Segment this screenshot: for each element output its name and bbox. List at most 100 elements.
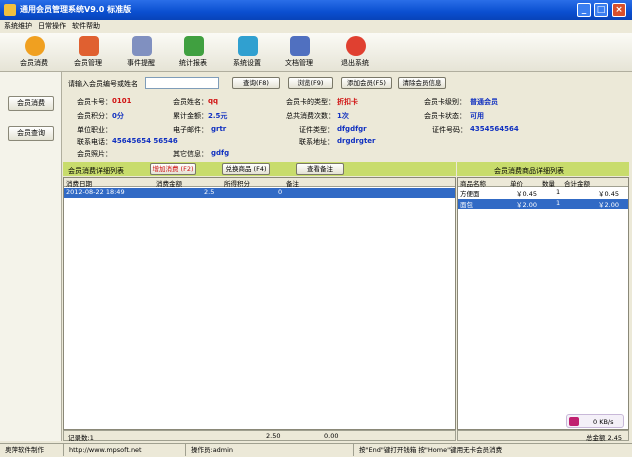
col-price[interactable]: 单价 bbox=[510, 178, 523, 188]
goods-sum: ￥2.00 bbox=[598, 201, 619, 209]
record-count: 记录数:1 bbox=[68, 434, 94, 442]
status-value: 可用 bbox=[470, 112, 484, 120]
cert-type-label: 证件类型： bbox=[299, 126, 334, 134]
status-operator: 操作员:admin bbox=[188, 444, 354, 456]
tb-member-button[interactable]: 会员管理 bbox=[61, 35, 115, 70]
status-maker: 奥萍软件制作 bbox=[2, 444, 64, 456]
row-date: 2012-08-22 18:49 bbox=[66, 188, 125, 196]
consume-footer: 记录数:1 2.50 0.00 bbox=[63, 430, 456, 442]
sidebar-query-button[interactable]: 会员查询 bbox=[8, 126, 54, 141]
member-id-label: 会员卡号： bbox=[77, 98, 112, 106]
footer-points: 0.00 bbox=[324, 432, 339, 440]
chart-arrow-icon bbox=[184, 36, 204, 56]
goods-qty: 1 bbox=[556, 188, 561, 196]
times-label: 总共消费次数： bbox=[286, 112, 335, 120]
goods-price: ￥2.00 bbox=[516, 201, 537, 209]
users-icon bbox=[79, 36, 99, 56]
address-label: 联系地址： bbox=[299, 138, 334, 146]
goods-name: 方便面 bbox=[460, 190, 480, 198]
goods-table-header: 商品名称 单价 数量 合计金额 bbox=[458, 178, 628, 188]
exit-icon bbox=[346, 36, 366, 56]
minimize-button[interactable]: _ bbox=[577, 3, 591, 17]
cert-no-value: 4354564564 bbox=[470, 125, 519, 133]
add-consume-button[interactable]: 增加消费 (F2) bbox=[150, 163, 196, 175]
goods-table: 商品名称 单价 数量 合计金额 方便面 ￥0.45 1 ￥0.45 面包 ￥2.… bbox=[457, 177, 629, 430]
exchange-button[interactable]: 兑换商品 (F4) bbox=[222, 163, 270, 175]
settings-icon bbox=[238, 36, 258, 56]
window-title: 通用会员管理系统V9.0 标准版 bbox=[20, 5, 132, 14]
points-value: 0分 bbox=[112, 112, 124, 120]
card-type-label: 会员卡的类型： bbox=[286, 98, 335, 106]
query-button[interactable]: 查询(F8) bbox=[232, 77, 280, 89]
email-label: 电子邮件： bbox=[173, 126, 208, 134]
tb-settings-button[interactable]: 系统设置 bbox=[220, 35, 274, 70]
total-label: 累计金额： bbox=[173, 112, 208, 120]
col-amount[interactable]: 消费金额 bbox=[156, 178, 182, 188]
clear-member-button[interactable]: 清除会员信息 bbox=[398, 77, 446, 89]
search-input[interactable] bbox=[145, 77, 219, 89]
consume-table: 消费日期 消费金额 所得积分 备注 2012-08-22 18:49 2.5 0 bbox=[63, 177, 456, 430]
menu-help[interactable]: 软件帮助 bbox=[72, 21, 100, 31]
total-value: 2.5元 bbox=[208, 112, 228, 120]
tb-consume-button[interactable]: 会员消费 bbox=[7, 35, 61, 70]
consume-list-title: 会员消费详细列表 bbox=[68, 167, 124, 175]
goods-total: 总金额 2.45 bbox=[586, 434, 623, 442]
status-url[interactable]: http://www.mpsoft.net bbox=[66, 444, 186, 456]
col-date[interactable]: 消费日期 bbox=[66, 178, 92, 188]
goods-sum: ￥0.45 bbox=[598, 190, 619, 198]
table-row[interactable]: 2012-08-22 18:49 2.5 0 bbox=[64, 188, 455, 198]
address-value: drgdrgter bbox=[337, 137, 376, 145]
member-id: 0101 bbox=[112, 97, 132, 105]
col-note[interactable]: 备注 bbox=[286, 178, 299, 188]
goods-qty: 1 bbox=[556, 199, 561, 207]
other-value: gdfg bbox=[211, 149, 230, 157]
card-level: 普通会员 bbox=[470, 98, 498, 106]
sidebar-consume-button[interactable]: 会员消费 bbox=[8, 96, 54, 111]
email-value: grtr bbox=[211, 125, 227, 133]
net-speed: 0 KB/s bbox=[593, 418, 614, 426]
goods-name: 面包 bbox=[460, 201, 473, 209]
status-hint: 按"End"键打开钱箱 按"Home"键用无卡会员消费 bbox=[359, 446, 503, 454]
search-label: 请输入会员编号或姓名 bbox=[68, 80, 138, 88]
fast-forward-icon bbox=[25, 36, 45, 56]
card-type: 折扣卡 bbox=[337, 98, 358, 106]
col-sum[interactable]: 合计金额 bbox=[564, 178, 590, 188]
goods-footer: 总金额 2.45 bbox=[457, 430, 629, 442]
net-speed-widget: 0 KB/s bbox=[566, 414, 624, 428]
table-row[interactable]: 方便面 ￥0.45 1 ￥0.45 bbox=[458, 188, 628, 198]
member-name: qq bbox=[208, 97, 219, 105]
menu-system[interactable]: 系统维护 bbox=[4, 21, 32, 31]
add-member-button[interactable]: 添加会员(F5) bbox=[341, 77, 392, 89]
col-goods-name[interactable]: 商品名称 bbox=[460, 178, 486, 188]
card-level-label: 会员卡级别： bbox=[424, 98, 466, 106]
tb-reminder-button[interactable]: 事件提醒 bbox=[114, 35, 168, 70]
speed-icon bbox=[569, 417, 579, 426]
status-label: 会员卡状态： bbox=[424, 112, 466, 120]
consume-table-header: 消费日期 消费金额 所得积分 备注 bbox=[64, 178, 455, 188]
notepad-icon bbox=[132, 36, 152, 56]
app-icon bbox=[4, 4, 16, 16]
tb-docs-button[interactable]: 文档管理 bbox=[272, 35, 326, 70]
col-qty[interactable]: 数量 bbox=[542, 178, 555, 188]
table-row[interactable]: 面包 ￥2.00 1 ￥2.00 bbox=[458, 199, 628, 209]
tb-report-button[interactable]: 统计报表 bbox=[166, 35, 220, 70]
phone-label: 联系电话： bbox=[77, 138, 112, 146]
menu-daily[interactable]: 日常操作 bbox=[38, 21, 66, 31]
tb-exit-button[interactable]: 退出系统 bbox=[328, 35, 382, 70]
cert-type-value: dfgdfgr bbox=[337, 125, 367, 133]
footer-amount: 2.50 bbox=[266, 432, 281, 440]
photo-label: 会员照片： bbox=[77, 150, 112, 158]
goods-list-title: 会员消费商品详细列表 bbox=[494, 167, 564, 175]
points-label: 会员积分： bbox=[77, 112, 112, 120]
maximize-button[interactable]: □ bbox=[594, 3, 608, 17]
phone-value: 45645654 56546 bbox=[112, 137, 178, 145]
row-amount: 2.5 bbox=[204, 188, 215, 196]
view-note-button[interactable]: 查看备注 bbox=[296, 163, 344, 175]
other-label: 其它信息： bbox=[173, 150, 208, 158]
browse-button[interactable]: 浏览(F9) bbox=[288, 77, 333, 89]
goods-price: ￥0.45 bbox=[516, 190, 537, 198]
col-points[interactable]: 所得积分 bbox=[224, 178, 250, 188]
member-name-label: 会员姓名： bbox=[173, 98, 208, 106]
row-points: 0 bbox=[278, 188, 283, 196]
close-button[interactable]: × bbox=[612, 3, 626, 17]
